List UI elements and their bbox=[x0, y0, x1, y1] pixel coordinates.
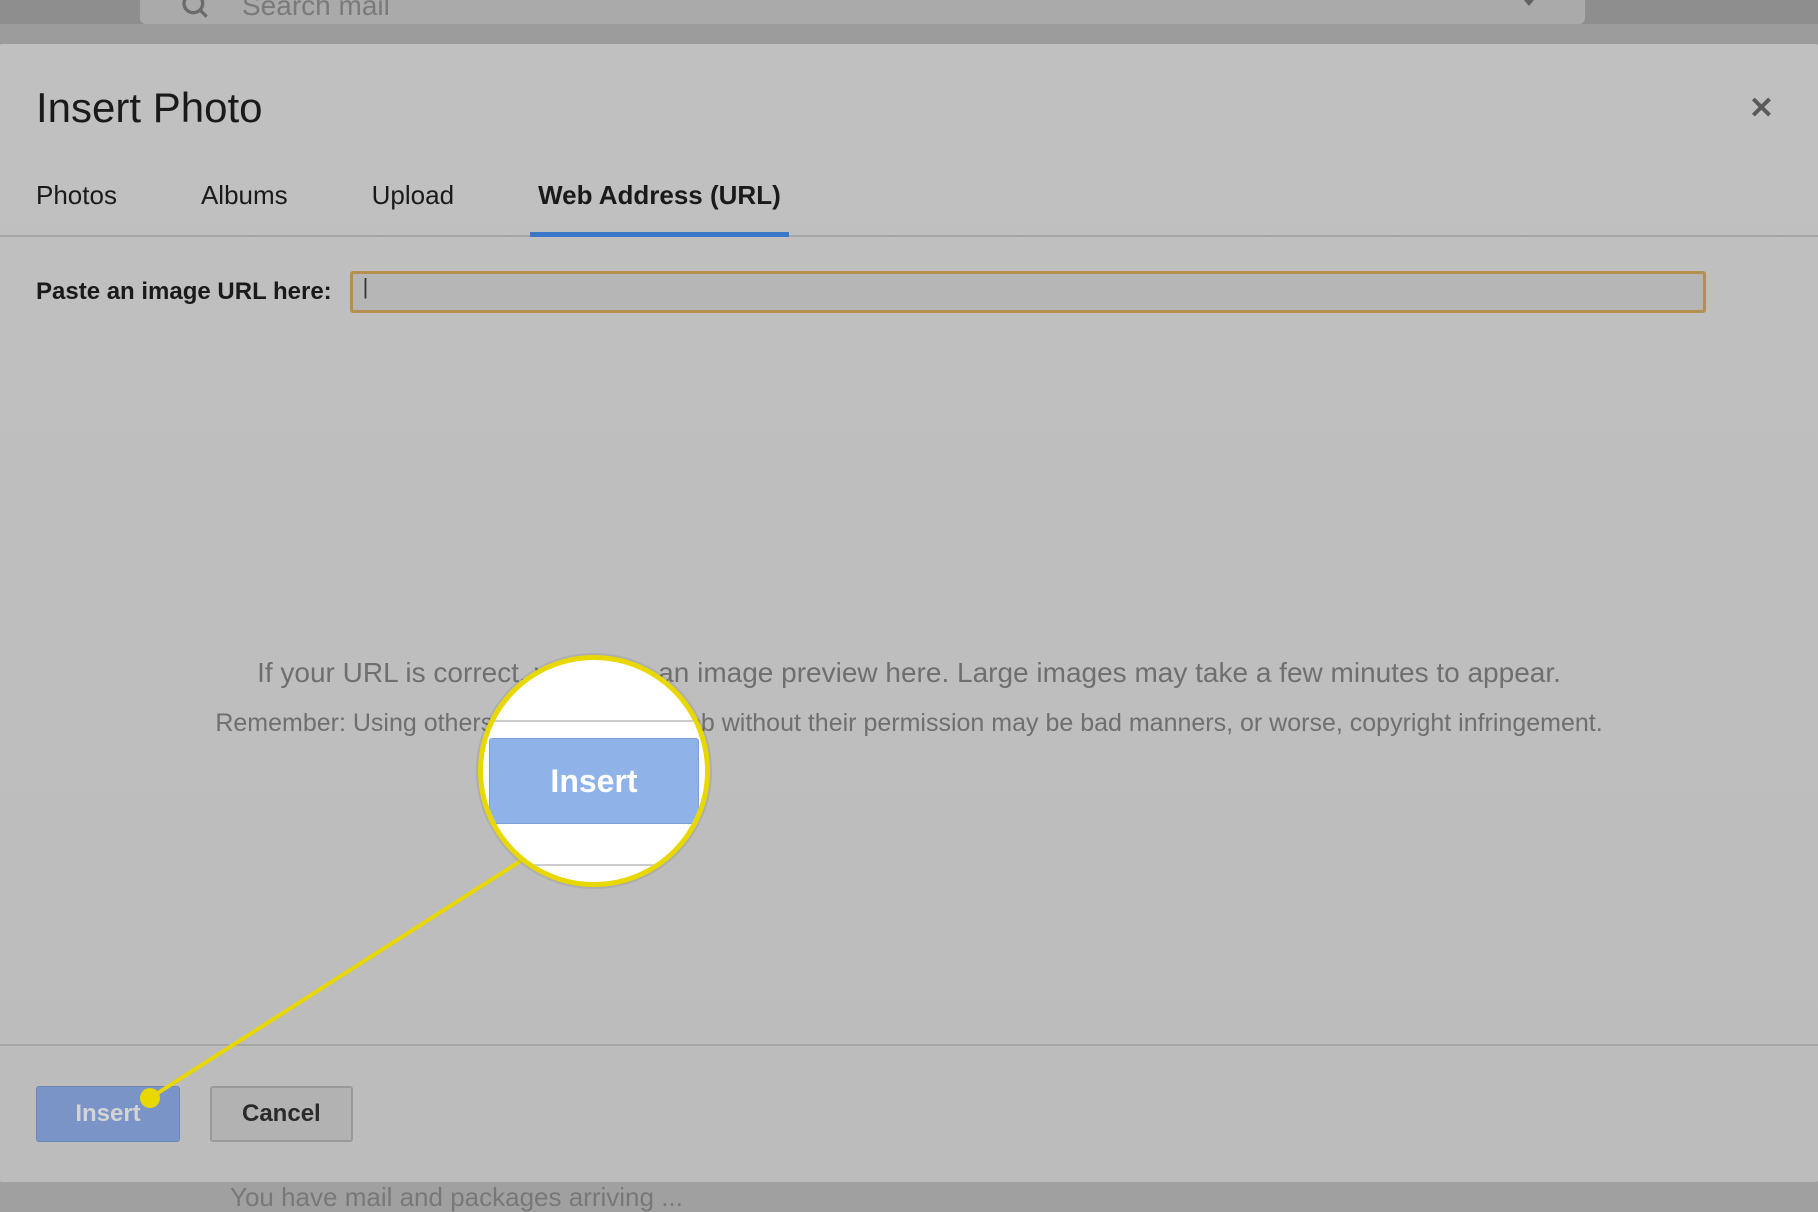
tab-web-address[interactable]: Web Address (URL) bbox=[538, 180, 781, 235]
annotation-magnifier: Insert bbox=[478, 655, 710, 887]
tab-bar: Photos Albums Upload Web Address (URL) bbox=[0, 132, 1818, 237]
tab-upload[interactable]: Upload bbox=[372, 180, 454, 235]
tab-photos[interactable]: Photos bbox=[36, 180, 117, 235]
preview-placeholder: If your URL is correct, you'll see an im… bbox=[0, 657, 1818, 738]
magnified-insert-button: Insert bbox=[489, 738, 699, 824]
close-icon[interactable]: ✕ bbox=[1749, 91, 1774, 126]
url-input-row: Paste an image URL here: | bbox=[0, 237, 1818, 347]
preview-hint-line2: Remember: Using others' images on the we… bbox=[0, 709, 1818, 738]
tab-albums[interactable]: Albums bbox=[201, 180, 288, 235]
dialog-header: Insert Photo ✕ bbox=[0, 44, 1818, 132]
url-input[interactable]: | bbox=[350, 271, 1706, 313]
search-icon bbox=[180, 0, 212, 30]
mail-preview-text: You have mail and packages arriving ... bbox=[230, 1182, 683, 1212]
dialog-footer: Insert Cancel bbox=[0, 1044, 1818, 1182]
cancel-button[interactable]: Cancel bbox=[210, 1086, 353, 1142]
search-placeholder: Search mail bbox=[242, 0, 390, 22]
magnifier-divider-top bbox=[483, 720, 705, 722]
gmail-mail-preview: You have mail and packages arriving ... bbox=[0, 1182, 1818, 1212]
preview-hint-line1: If your URL is correct, you'll see an im… bbox=[0, 657, 1818, 689]
annotation-dot bbox=[140, 1088, 160, 1108]
magnifier-divider-bottom bbox=[483, 864, 705, 866]
search-options-dropdown-icon[interactable] bbox=[1519, 0, 1539, 6]
url-input-label: Paste an image URL here: bbox=[36, 278, 332, 306]
gmail-searchbar[interactable]: Search mail bbox=[140, 0, 1585, 24]
dialog-title: Insert Photo bbox=[36, 84, 262, 132]
insert-photo-dialog: Insert Photo ✕ Photos Albums Upload Web … bbox=[0, 44, 1818, 1182]
